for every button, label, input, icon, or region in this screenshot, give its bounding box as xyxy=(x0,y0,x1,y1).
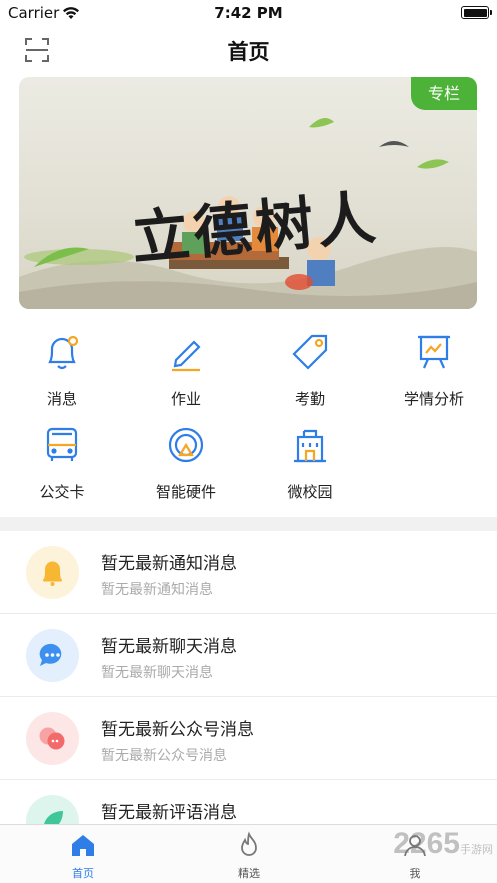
flame-icon xyxy=(241,831,257,856)
grid-label: 智能硬件 xyxy=(155,483,216,501)
grid-label: 考勤 xyxy=(294,390,325,408)
column-tag[interactable]: 专栏 xyxy=(411,77,477,110)
list-item-chat[interactable]: 暂无最新聊天消息 暂无最新聊天消息 xyxy=(0,614,497,697)
tab-label: 我 xyxy=(409,867,421,880)
message-title: 暂无最新公众号消息 xyxy=(101,720,254,740)
bell-icon xyxy=(40,330,84,374)
message-subtitle: 暂无最新通知消息 xyxy=(101,582,213,598)
official-account-icon xyxy=(26,712,79,765)
grid-item-analysis[interactable]: 学情分析 xyxy=(372,330,496,409)
grid-label: 学情分析 xyxy=(403,390,464,408)
list-item-official-account[interactable]: 暂无最新公众号消息 暂无最新公众号消息 xyxy=(0,697,497,780)
grid-item-homework[interactable]: 作业 xyxy=(124,330,248,409)
status-bar: Carrier 7:42 PM xyxy=(0,0,497,26)
grid-label: 作业 xyxy=(170,390,201,408)
grid-item-attendance[interactable]: 考勤 xyxy=(248,330,372,409)
banner-carousel[interactable]: 立德树人 专栏 xyxy=(19,77,477,309)
grid-label: 消息 xyxy=(46,390,77,408)
watermark-sub: 手游网 xyxy=(460,844,493,856)
message-title: 暂无最新评语消息 xyxy=(101,803,237,823)
grid-item-messages[interactable]: 消息 xyxy=(0,330,124,409)
message-subtitle: 暂无最新聊天消息 xyxy=(101,665,213,681)
message-subtitle: 暂无最新公众号消息 xyxy=(101,748,227,764)
page-title: 首页 xyxy=(227,40,270,64)
tab-home[interactable]: 首页 xyxy=(0,831,166,881)
watermark-logo: 2265手游网 xyxy=(393,827,493,861)
smart-device-icon xyxy=(164,423,208,467)
clock: 7:42 PM xyxy=(214,4,283,22)
tab-label: 精选 xyxy=(238,867,260,880)
tab-bar: 首页 精选 我 2265手游网 xyxy=(0,824,497,883)
tab-label: 首页 xyxy=(72,867,94,880)
bus-icon xyxy=(40,423,84,467)
tag-icon xyxy=(288,330,332,374)
grid-label: 微校园 xyxy=(287,483,333,501)
pencil-icon xyxy=(164,330,208,374)
message-title: 暂无最新聊天消息 xyxy=(101,637,237,657)
section-divider xyxy=(0,517,497,531)
chart-board-icon xyxy=(412,330,456,374)
nav-bar: 首页 xyxy=(0,26,497,74)
grid-item-smart-device[interactable]: 智能硬件 xyxy=(124,423,248,502)
grid-item-bus-card[interactable]: 公交卡 xyxy=(0,423,124,502)
battery-icon xyxy=(461,6,492,19)
watermark-main: 2265 xyxy=(393,827,460,860)
message-title: 暂无最新通知消息 xyxy=(101,554,237,574)
home-icon xyxy=(72,835,94,856)
grid-label: 公交卡 xyxy=(39,483,85,501)
list-item-notice[interactable]: 暂无最新通知消息 暂无最新通知消息 xyxy=(0,531,497,614)
bell-icon xyxy=(26,546,79,599)
chat-icon xyxy=(26,629,79,682)
tab-featured[interactable]: 精选 xyxy=(166,831,332,881)
grid-item-campus[interactable]: 微校园 xyxy=(248,423,372,502)
campus-building-icon xyxy=(288,423,332,467)
